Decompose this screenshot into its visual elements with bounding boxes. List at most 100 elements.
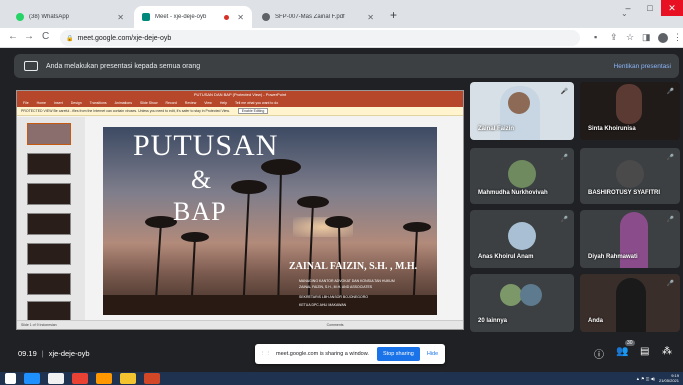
whatsapp-icon xyxy=(16,13,24,21)
reload-button[interactable]: C xyxy=(42,31,49,42)
network-icon[interactable]: ▲ ⚑ ◫ ◀) xyxy=(636,376,655,381)
ppt-menu-review[interactable]: Review xyxy=(185,101,196,105)
ppt-menu-file[interactable]: File xyxy=(23,101,29,105)
participant-tile[interactable]: 20 lainnya xyxy=(470,274,574,332)
address-bar[interactable]: 🔒 meet.google.com/xje-deje-oyb xyxy=(60,30,580,46)
participant-tile[interactable]: 🎤 Anas Khoirul Anam xyxy=(470,210,574,268)
url-text: meet.google.com/xje-deje-oyb xyxy=(77,34,172,42)
close-tab-icon[interactable]: ✕ xyxy=(367,13,374,22)
drag-handle-icon[interactable]: ⋮⋮ xyxy=(260,351,271,357)
participant-tile[interactable]: 🎤 Anda xyxy=(580,274,680,332)
avatar xyxy=(508,160,536,188)
windows-start-icon[interactable] xyxy=(5,373,16,384)
ppt-menu-design[interactable]: Design xyxy=(71,101,82,105)
taskbar-date: 21/05/2021 xyxy=(658,378,679,383)
slide-thumbnail[interactable] xyxy=(27,153,71,175)
taskbar-clock[interactable]: 9:19 21/05/2021 xyxy=(659,373,679,383)
back-button[interactable]: ← xyxy=(8,31,18,42)
tab-search-icon[interactable]: ◨ xyxy=(642,32,651,43)
forward-button[interactable]: → xyxy=(24,31,34,42)
close-tab-icon[interactable]: ✕ xyxy=(237,13,244,22)
participant-tile[interactable]: 🎤 BASHIROTUSY SYAFITRI xyxy=(580,148,680,204)
participant-tile[interactable]: 🎤 Zainal Faizin xyxy=(470,82,574,140)
new-tab-button[interactable]: + xyxy=(390,8,397,22)
protected-view-text: PROTECTED VIEW Be careful - files from t… xyxy=(21,109,230,113)
meet-icon xyxy=(142,13,150,21)
shared-powerpoint-window: PUTUSAN DAN BAP (Protected View) - Power… xyxy=(16,90,464,330)
sharing-notification: ⋮⋮ meet.google.com is sharing a window. … xyxy=(255,344,445,364)
close-tab-icon[interactable]: ✕ xyxy=(117,13,124,22)
ppt-status-bar: Slide 1 of 9 Indonesian Comments xyxy=(17,320,463,329)
meet-main: Anda melakukan presentasi kepada semua o… xyxy=(0,48,683,372)
slide-thumbnail[interactable] xyxy=(27,123,71,145)
participant-tile[interactable]: 🎤 Mahmudha Nurkhovivah xyxy=(470,148,574,204)
slide-subtitle: ZAINAL FAIZIN, S.H., M.H. AND ASSOCIATES xyxy=(299,285,373,289)
mic-off-icon: 🎤 xyxy=(666,155,674,161)
slide-title-line3: BAP xyxy=(173,197,227,226)
present-screen-icon xyxy=(24,61,38,71)
slide-thumbnail[interactable] xyxy=(27,183,71,205)
stop-presenting-button[interactable]: Hentikan presentasi xyxy=(614,63,671,70)
tab-pdf[interactable]: SFP-007-Mas Zainal F.pdf ✕ xyxy=(254,6,382,28)
firefox-icon[interactable] xyxy=(96,373,112,384)
camera-icon[interactable]: ▪ xyxy=(594,32,597,42)
ppt-ribbon-tabs: File Home Insert Design Transitions Anim… xyxy=(17,99,463,107)
ppt-menu-slideshow[interactable]: Slide Show xyxy=(140,101,158,105)
avatar xyxy=(508,222,536,250)
globe-icon xyxy=(262,13,270,21)
folder-icon[interactable] xyxy=(120,373,136,384)
close-window-button[interactable]: ✕ xyxy=(661,0,683,16)
meeting-code: xje-deje-oyb xyxy=(48,349,90,358)
slide-thumbnail[interactable] xyxy=(27,243,71,265)
slide-thumbnail[interactable] xyxy=(27,213,71,235)
slide-thumbnail[interactable] xyxy=(27,273,71,295)
ppt-tell-me[interactable]: Tell me what you want to do xyxy=(235,101,278,105)
slide-subtitle: KETUA DPC AHLI MAKAWAN xyxy=(299,303,347,307)
slide-count-text: Slide 1 of 9 Indonesian xyxy=(21,323,57,327)
slide-subtitle: SEKRETARIS LBH ANSOR BOJONEGORO xyxy=(299,295,368,299)
ppt-menu-record[interactable]: Record xyxy=(166,101,177,105)
participant-tile[interactable]: 🎤 Sinta Khoirunisa xyxy=(580,82,680,140)
meet-bottom-bar: 09.19 | xje-deje-oyb ⋮⋮ meet.google.com is… xyxy=(0,340,683,372)
participant-name: 20 lainnya xyxy=(478,318,508,324)
people-count-badge: 30 xyxy=(625,340,635,346)
ppt-menu-help[interactable]: Help xyxy=(220,101,227,105)
avatar xyxy=(508,92,530,114)
share-icon[interactable]: ⇪ xyxy=(610,32,618,43)
slide-canvas[interactable]: PUTUSAN & BAP ZAINAL FAIZIN, S.H. , M.H.… xyxy=(103,127,437,315)
mic-off-icon: 🎤 xyxy=(666,281,674,287)
chrome-icon[interactable] xyxy=(72,373,88,384)
maximize-button[interactable]: □ xyxy=(639,0,661,16)
participant-name: Diyah Rahmawati xyxy=(588,254,638,260)
mic-off-icon: 🎤 xyxy=(560,89,568,95)
ppt-menu-animations[interactable]: Animations xyxy=(115,101,132,105)
activities-icon[interactable]: ⁂ xyxy=(662,346,672,357)
mic-off-icon: 🎤 xyxy=(666,217,674,223)
slide-thumbnails xyxy=(17,117,85,323)
ppt-menu-view[interactable]: View xyxy=(204,101,212,105)
tab-whatsapp[interactable]: (38) WhatsApp ✕ xyxy=(8,6,132,28)
system-tray: ▲ ⚑ ◫ ◀) 9:19 21/05/2021 xyxy=(636,373,679,383)
stop-sharing-button[interactable]: Stop sharing xyxy=(376,347,420,361)
ppt-menu-transitions[interactable]: Transitions xyxy=(90,101,107,105)
powerpoint-icon[interactable] xyxy=(144,373,160,384)
tab-meet[interactable]: Meet - xje-deje-oyb ✕ xyxy=(134,6,252,28)
ppt-title-bar: PUTUSAN DAN BAP (Protected View) - Power… xyxy=(17,91,463,99)
store-icon[interactable] xyxy=(48,373,64,384)
star-icon[interactable]: ☆ xyxy=(626,32,634,43)
avatar[interactable] xyxy=(658,33,668,43)
people-icon[interactable]: 👥 xyxy=(616,346,628,357)
participant-tile[interactable]: 🎤 Diyah Rahmawati xyxy=(580,210,680,268)
hide-button[interactable]: Hide xyxy=(427,351,438,357)
menu-icon[interactable]: ⋮ xyxy=(673,32,682,43)
mic-off-icon: 🎤 xyxy=(560,155,568,161)
ppt-menu-home[interactable]: Home xyxy=(37,101,46,105)
comments-button[interactable]: Comments xyxy=(327,323,344,327)
minimize-button[interactable]: – xyxy=(617,0,639,16)
chat-icon[interactable]: ▤ xyxy=(640,346,649,357)
ppt-menu-insert[interactable]: Insert xyxy=(54,101,63,105)
info-icon[interactable]: ⓘ xyxy=(594,346,604,361)
enable-editing-button[interactable]: Enable Editing xyxy=(237,108,269,114)
windows-taskbar: ▲ ⚑ ◫ ◀) 9:19 21/05/2021 xyxy=(0,372,683,385)
edge-icon[interactable] xyxy=(24,373,40,384)
